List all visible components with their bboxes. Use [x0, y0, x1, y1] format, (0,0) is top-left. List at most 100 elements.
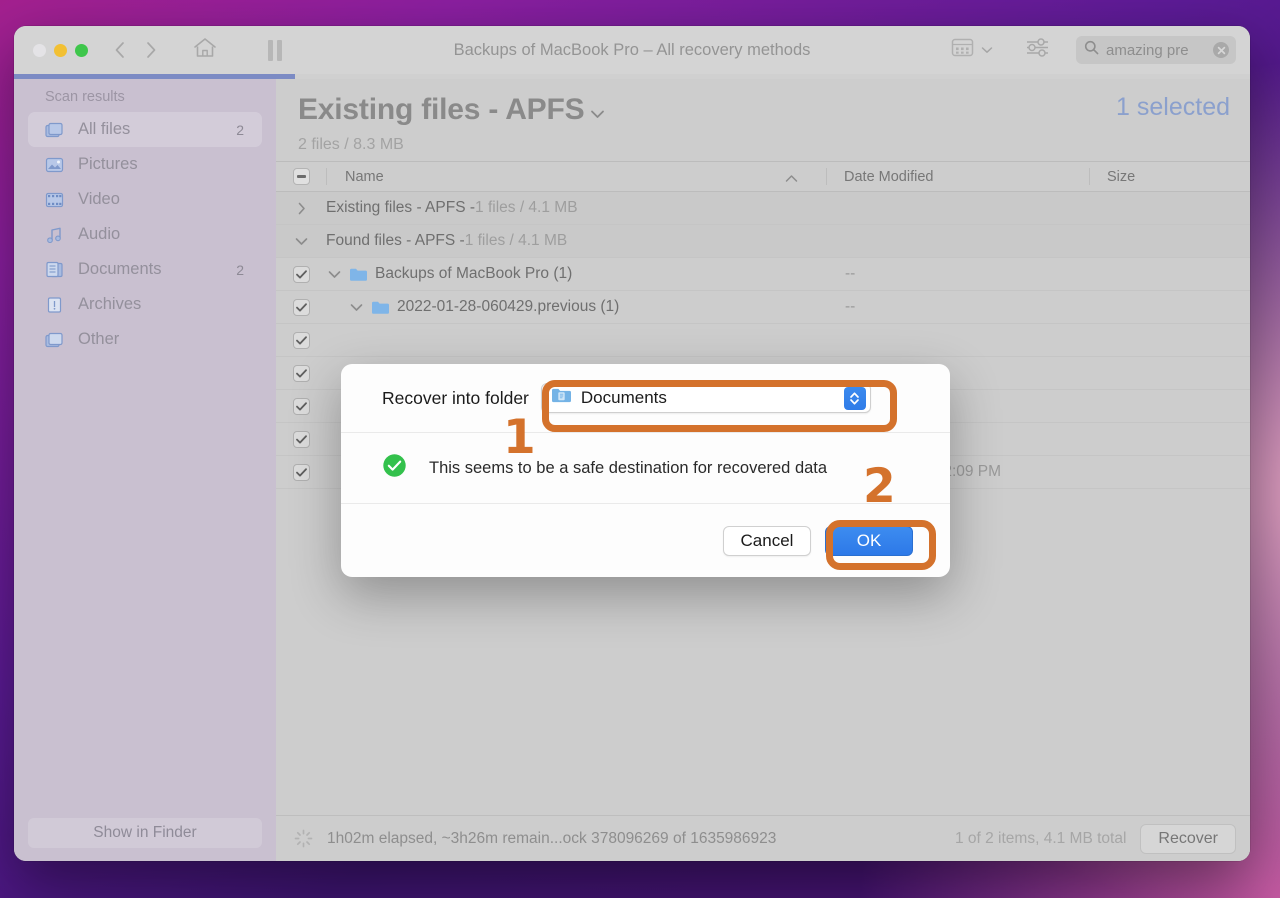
chevron-down-icon[interactable] [326, 270, 342, 279]
view-mode-button[interactable] [951, 38, 993, 62]
maximize-window-button[interactable] [75, 43, 88, 57]
checkbox-checked-icon [292, 463, 310, 481]
table-row[interactable]: Backups of MacBook Pro (1) -- [276, 258, 1250, 291]
ok-button[interactable]: OK [825, 525, 913, 556]
recover-into-folder-label: Recover into folder [382, 387, 529, 408]
pause-icon [268, 39, 282, 61]
navigation-arrows [113, 40, 158, 60]
chevron-right-icon[interactable] [293, 202, 309, 215]
row-disclosure-cell [276, 202, 326, 215]
sidebar-item-label: Other [78, 330, 120, 348]
grid-view-icon [951, 38, 974, 62]
row-checkbox[interactable] [276, 397, 326, 415]
row-name-label: 2022-01-28-060429.previous (1) [397, 298, 620, 315]
sidebar-item-label: Pictures [78, 155, 138, 173]
folder-select[interactable]: Documents [540, 383, 871, 413]
main-header: Existing files - APFS 2 files / 8.3 MB 1… [276, 79, 1250, 161]
sidebar-item-label: All files [78, 120, 131, 138]
row-name-cell: 2022-01-28-060429.previous (1) [326, 298, 828, 316]
checkbox-checked-icon [292, 331, 310, 349]
filter-options-button[interactable] [1025, 37, 1050, 63]
select-all-checkbox[interactable] [276, 168, 326, 185]
recover-button[interactable]: Recover [1140, 823, 1236, 854]
stepper-up-down-icon[interactable] [843, 387, 866, 410]
sidebar-heading: Scan results [45, 89, 125, 105]
traffic-lights [33, 43, 88, 57]
column-header-name[interactable]: Name [327, 169, 826, 185]
checkbox-checked-icon [292, 430, 310, 448]
tristate-checkbox-icon [292, 168, 310, 185]
sidebar-item-label: Archives [78, 295, 142, 313]
dialog-folder-row: Recover into folder Documents [341, 364, 950, 433]
toolbar-right-group: amazing pre [951, 36, 1250, 64]
folder-select-value: Documents [580, 388, 667, 407]
table-row[interactable]: Found files - APFS - 1 files / 4.1 MB [276, 225, 1250, 258]
window-toolbar: Backups of MacBook Pro – All recovery me… [14, 26, 1250, 74]
checkbox-checked-icon [292, 265, 310, 283]
row-checkbox[interactable] [276, 364, 326, 382]
chevron-down-icon [981, 41, 993, 59]
caret-up-icon [785, 171, 798, 187]
close-window-button[interactable] [33, 43, 46, 57]
selected-count-label[interactable]: 1 selected [1116, 93, 1230, 122]
sidebar-item-all-files[interactable]: All files 2 [28, 112, 262, 147]
search-input[interactable]: amazing pre [1076, 36, 1236, 64]
sidebar-item-label: Video [78, 190, 120, 208]
spinner-icon [294, 829, 313, 848]
row-checkbox[interactable] [276, 463, 326, 481]
chevron-down-icon[interactable] [348, 303, 364, 312]
search-icon [1084, 40, 1099, 60]
home-button[interactable] [192, 36, 218, 65]
chevron-down-icon[interactable] [590, 106, 605, 124]
row-name-cell: Existing files - APFS - 1 files / 4.1 MB [326, 199, 828, 217]
green-check-circle-icon [382, 453, 407, 483]
chevron-left-icon[interactable] [113, 40, 126, 60]
column-header-date-modified[interactable]: Date Modified [827, 169, 1089, 185]
dialog-button-row: Cancel OK [341, 504, 950, 577]
row-checkbox[interactable] [276, 265, 326, 283]
table-row[interactable]: Existing files - APFS - 1 files / 4.1 MB [276, 192, 1250, 225]
chevron-right-icon[interactable] [145, 40, 158, 60]
files-stack-icon [44, 119, 65, 140]
row-date-cell: -- [845, 298, 856, 315]
table-row[interactable]: 2022-01-28-060429.previous (1) -- [276, 291, 1250, 324]
archive-box-icon [44, 294, 65, 315]
row-checkbox[interactable] [276, 331, 326, 349]
cancel-button[interactable]: Cancel [723, 525, 811, 556]
show-in-finder-button[interactable]: Show in Finder [28, 818, 262, 848]
clear-circle-icon[interactable] [1213, 42, 1229, 58]
table-row[interactable] [276, 324, 1250, 357]
chevron-down-icon[interactable] [293, 237, 309, 246]
sidebar-item-count: 2 [236, 121, 244, 138]
sidebar-item-other[interactable]: Other [28, 322, 262, 357]
checkbox-checked-icon [292, 298, 310, 316]
picture-icon [44, 154, 65, 175]
sidebar-item-archives[interactable]: Archives [28, 287, 262, 322]
row-name-cell: Found files - APFS - 1 files / 4.1 MB [326, 232, 828, 250]
group-meta: 1 files / 4.1 MB [475, 199, 578, 216]
files-stack-icon [44, 329, 65, 350]
documents-icon [44, 259, 65, 280]
home-icon [192, 36, 218, 65]
sidebar-item-documents[interactable]: Documents 2 [28, 252, 262, 287]
row-checkbox[interactable] [276, 430, 326, 448]
sidebar-item-audio[interactable]: Audio [28, 217, 262, 252]
row-name-label: Backups of MacBook Pro (1) [375, 265, 573, 282]
sidebar-item-video[interactable]: Video [28, 182, 262, 217]
row-checkbox[interactable] [276, 298, 326, 316]
column-header-size[interactable]: Size [1090, 169, 1250, 185]
search-input-value: amazing pre [1106, 41, 1189, 59]
sidebar-item-pictures[interactable]: Pictures [28, 147, 262, 182]
row-disclosure-cell [276, 237, 326, 246]
folder-icon [371, 300, 390, 315]
music-note-icon [44, 224, 65, 245]
minimize-window-button[interactable] [54, 43, 67, 57]
sidebar: Scan results All files 2 Pictures Video … [14, 79, 276, 861]
checkbox-checked-icon [292, 364, 310, 382]
group-title: Found files - APFS - [326, 232, 465, 249]
sliders-icon [1025, 37, 1050, 63]
sidebar-item-label: Audio [78, 225, 121, 243]
checkbox-checked-icon [292, 397, 310, 415]
pause-scan-button[interactable] [268, 39, 282, 61]
dialog-status-row: This seems to be a safe destination for … [341, 433, 950, 504]
